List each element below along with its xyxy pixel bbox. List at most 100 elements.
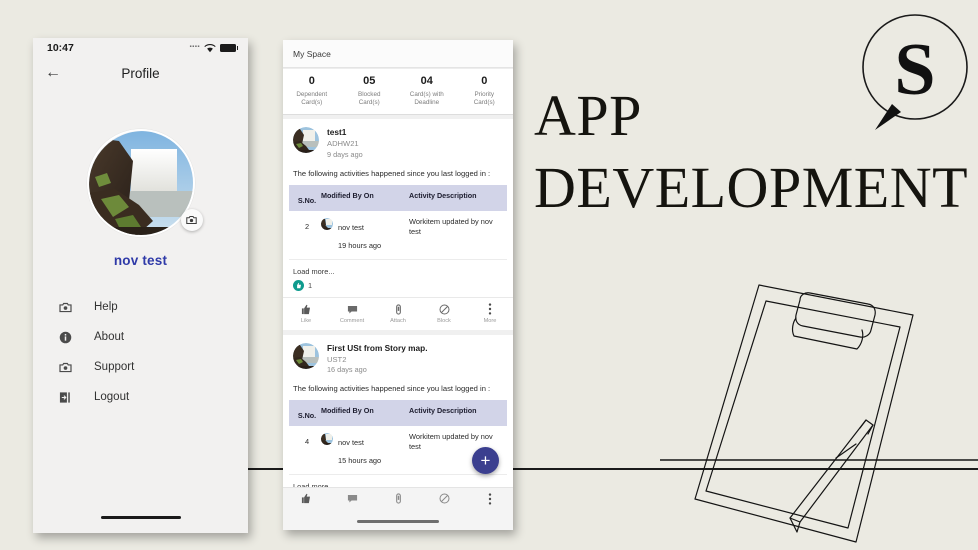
wifi-icon — [204, 43, 216, 52]
activity-table: S.No. Modified By On Activity Descriptio… — [289, 184, 507, 260]
row-when: 15 hours ago — [338, 456, 382, 466]
battery-icon — [220, 44, 238, 52]
left-phone-screen: 10:47 ▪▪▪▪ ← Profile nov test Help About… — [33, 38, 248, 533]
more-icon — [488, 492, 492, 505]
col-header-sno: S.No. — [297, 411, 317, 421]
table-row[interactable]: 2 nov test 19 hours ago Workitem updated… — [289, 211, 507, 260]
action-label: More — [483, 317, 497, 324]
clipboard-illustration — [659, 270, 978, 550]
stat-priority-cards[interactable]: 0 Priority Card(s) — [456, 75, 514, 107]
action-attach[interactable]: Attach — [375, 303, 421, 324]
stat-value: 0 — [481, 75, 488, 87]
col-header-modified: Modified By On — [321, 190, 374, 200]
avatar[interactable] — [86, 129, 195, 237]
header-title: My Space — [293, 49, 331, 59]
row-user-block: nov test 15 hours ago — [338, 432, 381, 468]
card-body-text: The following activities happened since … — [293, 168, 491, 178]
card-meta: test1 ADHW21 9 days ago — [327, 127, 363, 161]
card-title: First USt from Story map. — [327, 342, 428, 353]
cell-description: Workitem updated by nov test — [409, 216, 493, 236]
action-more[interactable] — [467, 492, 513, 505]
action-comment[interactable]: Comment — [329, 303, 375, 324]
app-bar: ← Profile — [33, 58, 248, 88]
card-code: ADHW21 — [327, 139, 359, 149]
row-avatar — [321, 433, 333, 446]
home-indicator — [100, 515, 181, 519]
menu-item-label: Logout — [94, 391, 130, 403]
cell-modified-by: nov test 15 hours ago — [321, 432, 409, 468]
signal-dots-icon: ▪▪▪▪ — [189, 44, 200, 50]
page-title: APP DEVELOPMENT — [534, 87, 978, 220]
card-code: UST2 — [327, 354, 347, 364]
info-icon — [58, 330, 72, 344]
action-more[interactable]: More — [467, 303, 513, 324]
feed-card: test1 ADHW21 9 days ago The following ac… — [283, 119, 513, 330]
menu-item-logout[interactable]: Logout — [33, 382, 248, 412]
profile-avatar-container — [86, 129, 203, 237]
action-like[interactable] — [283, 492, 329, 505]
card-header: First USt from Story map. UST2 16 days a… — [283, 335, 513, 379]
right-phone-screen: My Space 0 Dependent Card(s) 05 Blocked Ca… — [283, 40, 513, 530]
stat-blocked-cards[interactable]: 05 Blocked Card(s) — [341, 75, 399, 107]
profile-menu: Help About Support Logout — [33, 292, 248, 412]
thumbs-up-icon — [301, 303, 312, 316]
status-bar: 10:47 ▪▪▪▪ — [33, 38, 248, 58]
menu-item-label: Support — [94, 361, 135, 373]
action-like[interactable]: Like — [283, 303, 329, 324]
cell-sno: 4 — [304, 437, 310, 447]
menu-item-about[interactable]: About — [33, 322, 248, 352]
stat-value: 0 — [308, 75, 315, 87]
action-block[interactable]: Block — [421, 303, 467, 324]
thumbs-up-icon — [293, 279, 304, 291]
cell-sno: 2 — [304, 221, 310, 231]
menu-item-label: About — [94, 331, 125, 343]
action-label: Comment — [339, 317, 365, 324]
stat-dependent-cards[interactable]: 0 Dependent Card(s) — [283, 75, 341, 107]
card-meta: First USt from Story map. UST2 16 days a… — [327, 343, 428, 377]
stat-cards-with-deadline[interactable]: 04 Card(s) with Deadline — [398, 75, 456, 107]
profile-name: nov test — [113, 253, 168, 268]
cell-modified-by: nov test 19 hours ago — [321, 217, 409, 253]
card-title: test1 — [327, 127, 347, 138]
table-header-row: S.No. Modified By On Activity Descriptio… — [289, 184, 507, 211]
camera-icon — [186, 216, 197, 224]
row-avatar — [321, 217, 333, 230]
card-avatar — [293, 127, 319, 154]
stat-value: 04 — [420, 75, 433, 87]
title-line-2: DEVELOPMENT — [534, 154, 969, 220]
attach-icon — [393, 303, 404, 316]
card-avatar — [293, 342, 319, 369]
card-age: 16 days ago — [327, 365, 367, 375]
block-icon — [439, 492, 450, 505]
menu-item-label: Help — [94, 301, 118, 313]
status-time: 10:47 — [47, 42, 74, 54]
table-header-row: S.No. Modified By On Activity Descriptio… — [289, 400, 507, 427]
back-arrow-icon[interactable]: ← — [45, 65, 61, 81]
row-when: 19 hours ago — [338, 240, 382, 250]
attach-icon — [393, 492, 404, 505]
card-body-text: The following activities happened since … — [293, 384, 491, 394]
load-more-link[interactable]: Load more... — [283, 260, 513, 280]
change-photo-button[interactable] — [180, 209, 203, 231]
action-block[interactable] — [421, 492, 467, 505]
like-summary: 1 — [283, 279, 513, 297]
comment-icon — [347, 303, 358, 316]
thumbs-up-icon — [301, 492, 312, 505]
col-header-modified: Modified By On — [321, 406, 374, 416]
action-comment[interactable] — [329, 492, 375, 505]
action-label: Like — [300, 317, 312, 324]
action-attach[interactable] — [375, 492, 421, 505]
menu-item-help[interactable]: Help — [33, 292, 248, 322]
add-card-button[interactable]: + — [472, 447, 499, 474]
stat-label: Priority Card(s) — [473, 90, 495, 106]
like-count: 1 — [308, 280, 313, 290]
col-header-description: Activity Description — [409, 406, 477, 416]
menu-item-support[interactable]: Support — [33, 352, 248, 382]
comment-icon — [347, 492, 358, 505]
block-icon — [439, 303, 450, 316]
home-indicator — [357, 520, 439, 523]
row-user-block: nov test 19 hours ago — [338, 217, 381, 253]
bottom-action-bar — [283, 487, 513, 530]
row-user: nov test — [338, 438, 364, 448]
card-header: test1 ADHW21 9 days ago — [283, 119, 513, 163]
